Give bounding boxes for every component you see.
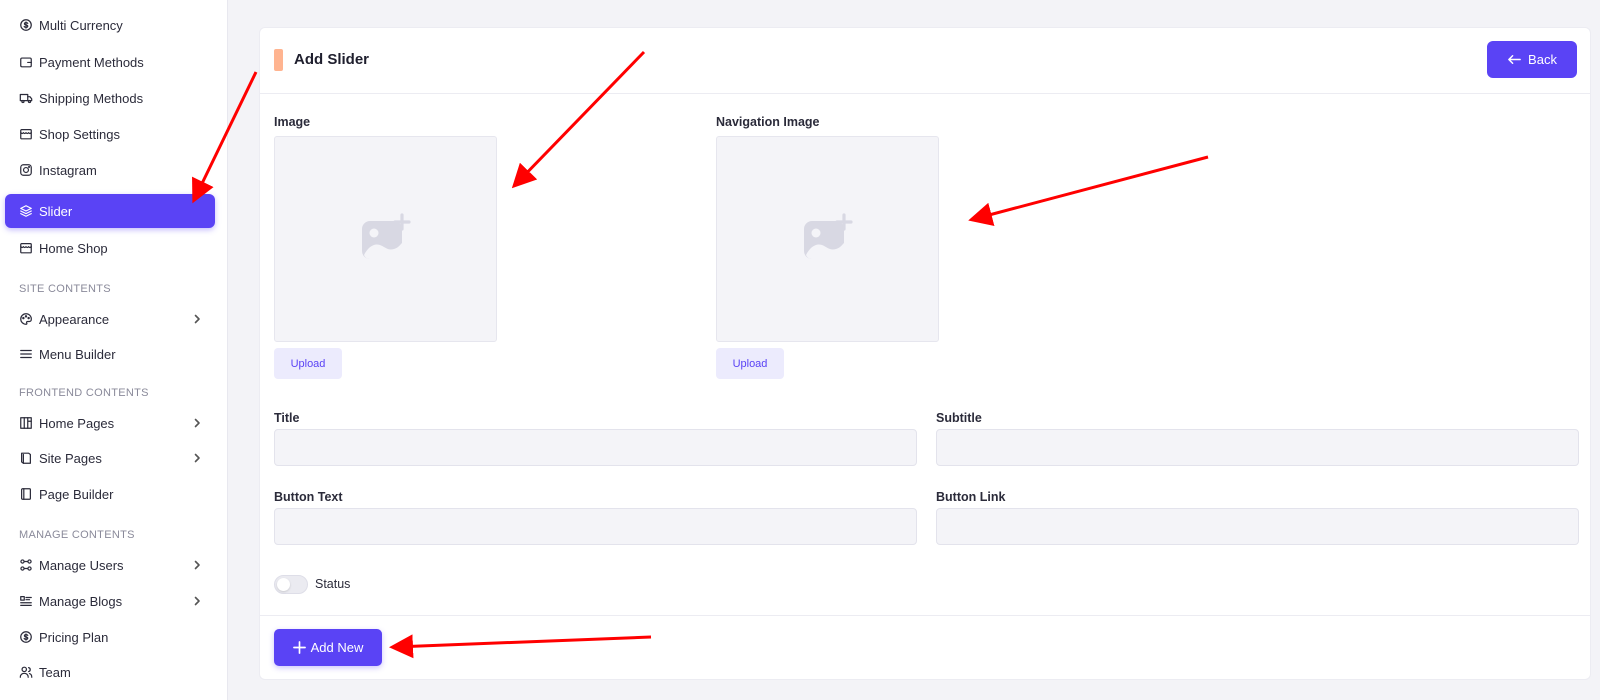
image-dropzone[interactable]	[274, 136, 497, 342]
sidebar-item-instagram[interactable]: Instagram	[5, 153, 215, 187]
sidebar-item-label: Home Pages	[39, 415, 115, 431]
dollar-icon	[19, 630, 33, 644]
image-upload-button[interactable]: Upload	[274, 348, 342, 379]
menu-icon	[19, 347, 33, 361]
section-label-site-contents: SITE CONTENTS	[19, 283, 111, 295]
add-new-button[interactable]: Add New	[274, 629, 382, 666]
sidebar-item-multi-currency[interactable]: Multi Currency	[5, 8, 215, 42]
navigation-image-label: Navigation Image	[716, 115, 820, 129]
sidebar-item-label: Menu Builder	[39, 346, 116, 362]
subtitle-input[interactable]	[936, 429, 1579, 466]
back-button[interactable]: Back	[1487, 41, 1577, 78]
add-new-button-label: Add New	[310, 640, 364, 655]
sidebar-item-page-builder[interactable]: Page Builder	[5, 477, 215, 511]
plus-icon	[292, 641, 306, 654]
sidebar-item-label: Multi Currency	[39, 17, 123, 33]
currency-icon	[19, 18, 33, 32]
title-label: Title	[274, 411, 300, 425]
title-accent-bar	[274, 49, 283, 71]
sidebar-item-pricing-plan[interactable]: Pricing Plan	[5, 620, 215, 654]
button-text-input[interactable]	[274, 508, 917, 545]
sidebar-item-slider[interactable]: Slider	[5, 194, 215, 228]
title-input[interactable]	[274, 429, 917, 466]
wallet-icon	[19, 55, 33, 69]
store-icon	[19, 127, 33, 141]
sidebar-item-label: Pricing Plan	[39, 629, 109, 645]
add-slider-card: Add Slider Back Image Upload Navigation …	[259, 27, 1591, 680]
sidebar-item-label: Payment Methods	[39, 54, 144, 70]
store-icon	[19, 241, 33, 255]
sidebar-item-label: Home Shop	[39, 240, 108, 256]
button-link-label: Button Link	[936, 490, 1006, 504]
users-icon	[19, 558, 33, 572]
palette-icon	[19, 312, 33, 326]
list-icon	[19, 594, 33, 608]
sidebar-item-label: Shipping Methods	[39, 90, 144, 106]
truck-icon	[19, 91, 33, 105]
book-icon	[19, 451, 33, 465]
image-add-icon	[361, 213, 411, 260]
sidebar-item-home-pages[interactable]: Home Pages	[5, 406, 215, 440]
sidebar-item-label: Slider	[39, 203, 73, 219]
back-button-label: Back	[1528, 52, 1557, 67]
sidebar-item-home-shop[interactable]: Home Shop	[5, 231, 215, 265]
sidebar: Multi Currency Payment Methods Shipping …	[0, 0, 228, 700]
status-label: Status	[315, 577, 351, 591]
chevron-right-icon	[191, 452, 203, 464]
footer-divider	[260, 615, 1590, 616]
chevron-right-icon	[191, 559, 203, 571]
page-title: Add Slider	[294, 51, 370, 68]
sidebar-item-menu-builder[interactable]: Menu Builder	[5, 337, 215, 371]
subtitle-label: Subtitle	[936, 411, 982, 425]
notebook-icon	[19, 487, 33, 501]
sidebar-item-team[interactable]: Team	[5, 655, 215, 689]
sidebar-item-label: Page Builder	[39, 486, 114, 502]
sidebar-item-site-pages[interactable]: Site Pages	[5, 441, 215, 475]
sidebar-item-label: Shop Settings	[39, 126, 120, 142]
pages-icon	[19, 416, 33, 430]
section-label-frontend-contents: FRONTEND CONTENTS	[19, 387, 149, 399]
sidebar-item-label: Team	[39, 664, 71, 680]
section-label-manage-contents: MANAGE CONTENTS	[19, 529, 135, 541]
sidebar-item-manage-users[interactable]: Manage Users	[5, 548, 215, 582]
sidebar-item-label: Instagram	[39, 162, 97, 178]
layers-icon	[19, 204, 33, 218]
button-text-label: Button Text	[274, 490, 343, 504]
sidebar-item-shipping-methods[interactable]: Shipping Methods	[5, 81, 215, 115]
team-icon	[19, 665, 33, 679]
sidebar-item-label: Manage Blogs	[39, 593, 123, 609]
image-label: Image	[274, 115, 311, 129]
instagram-icon	[19, 163, 33, 177]
button-link-input[interactable]	[936, 508, 1579, 545]
sidebar-item-label: Appearance	[39, 311, 110, 327]
sidebar-item-manage-blogs[interactable]: Manage Blogs	[5, 584, 215, 618]
chevron-right-icon	[191, 595, 203, 607]
image-add-icon	[803, 213, 853, 260]
sidebar-item-label: Manage Users	[39, 557, 124, 573]
sidebar-item-shop-settings[interactable]: Shop Settings	[5, 117, 215, 151]
arrow-left-icon	[1508, 55, 1521, 64]
chevron-right-icon	[191, 417, 203, 429]
card-header: Add Slider Back	[260, 28, 1590, 94]
sidebar-item-label: Site Pages	[39, 450, 102, 466]
toggle-knob	[277, 578, 290, 591]
sidebar-item-appearance[interactable]: Appearance	[5, 302, 215, 336]
status-toggle[interactable]	[274, 575, 308, 594]
chevron-right-icon	[191, 313, 203, 325]
sidebar-item-payment-methods[interactable]: Payment Methods	[5, 45, 215, 79]
navigation-image-dropzone[interactable]	[716, 136, 939, 342]
navigation-image-upload-button[interactable]: Upload	[716, 348, 784, 379]
